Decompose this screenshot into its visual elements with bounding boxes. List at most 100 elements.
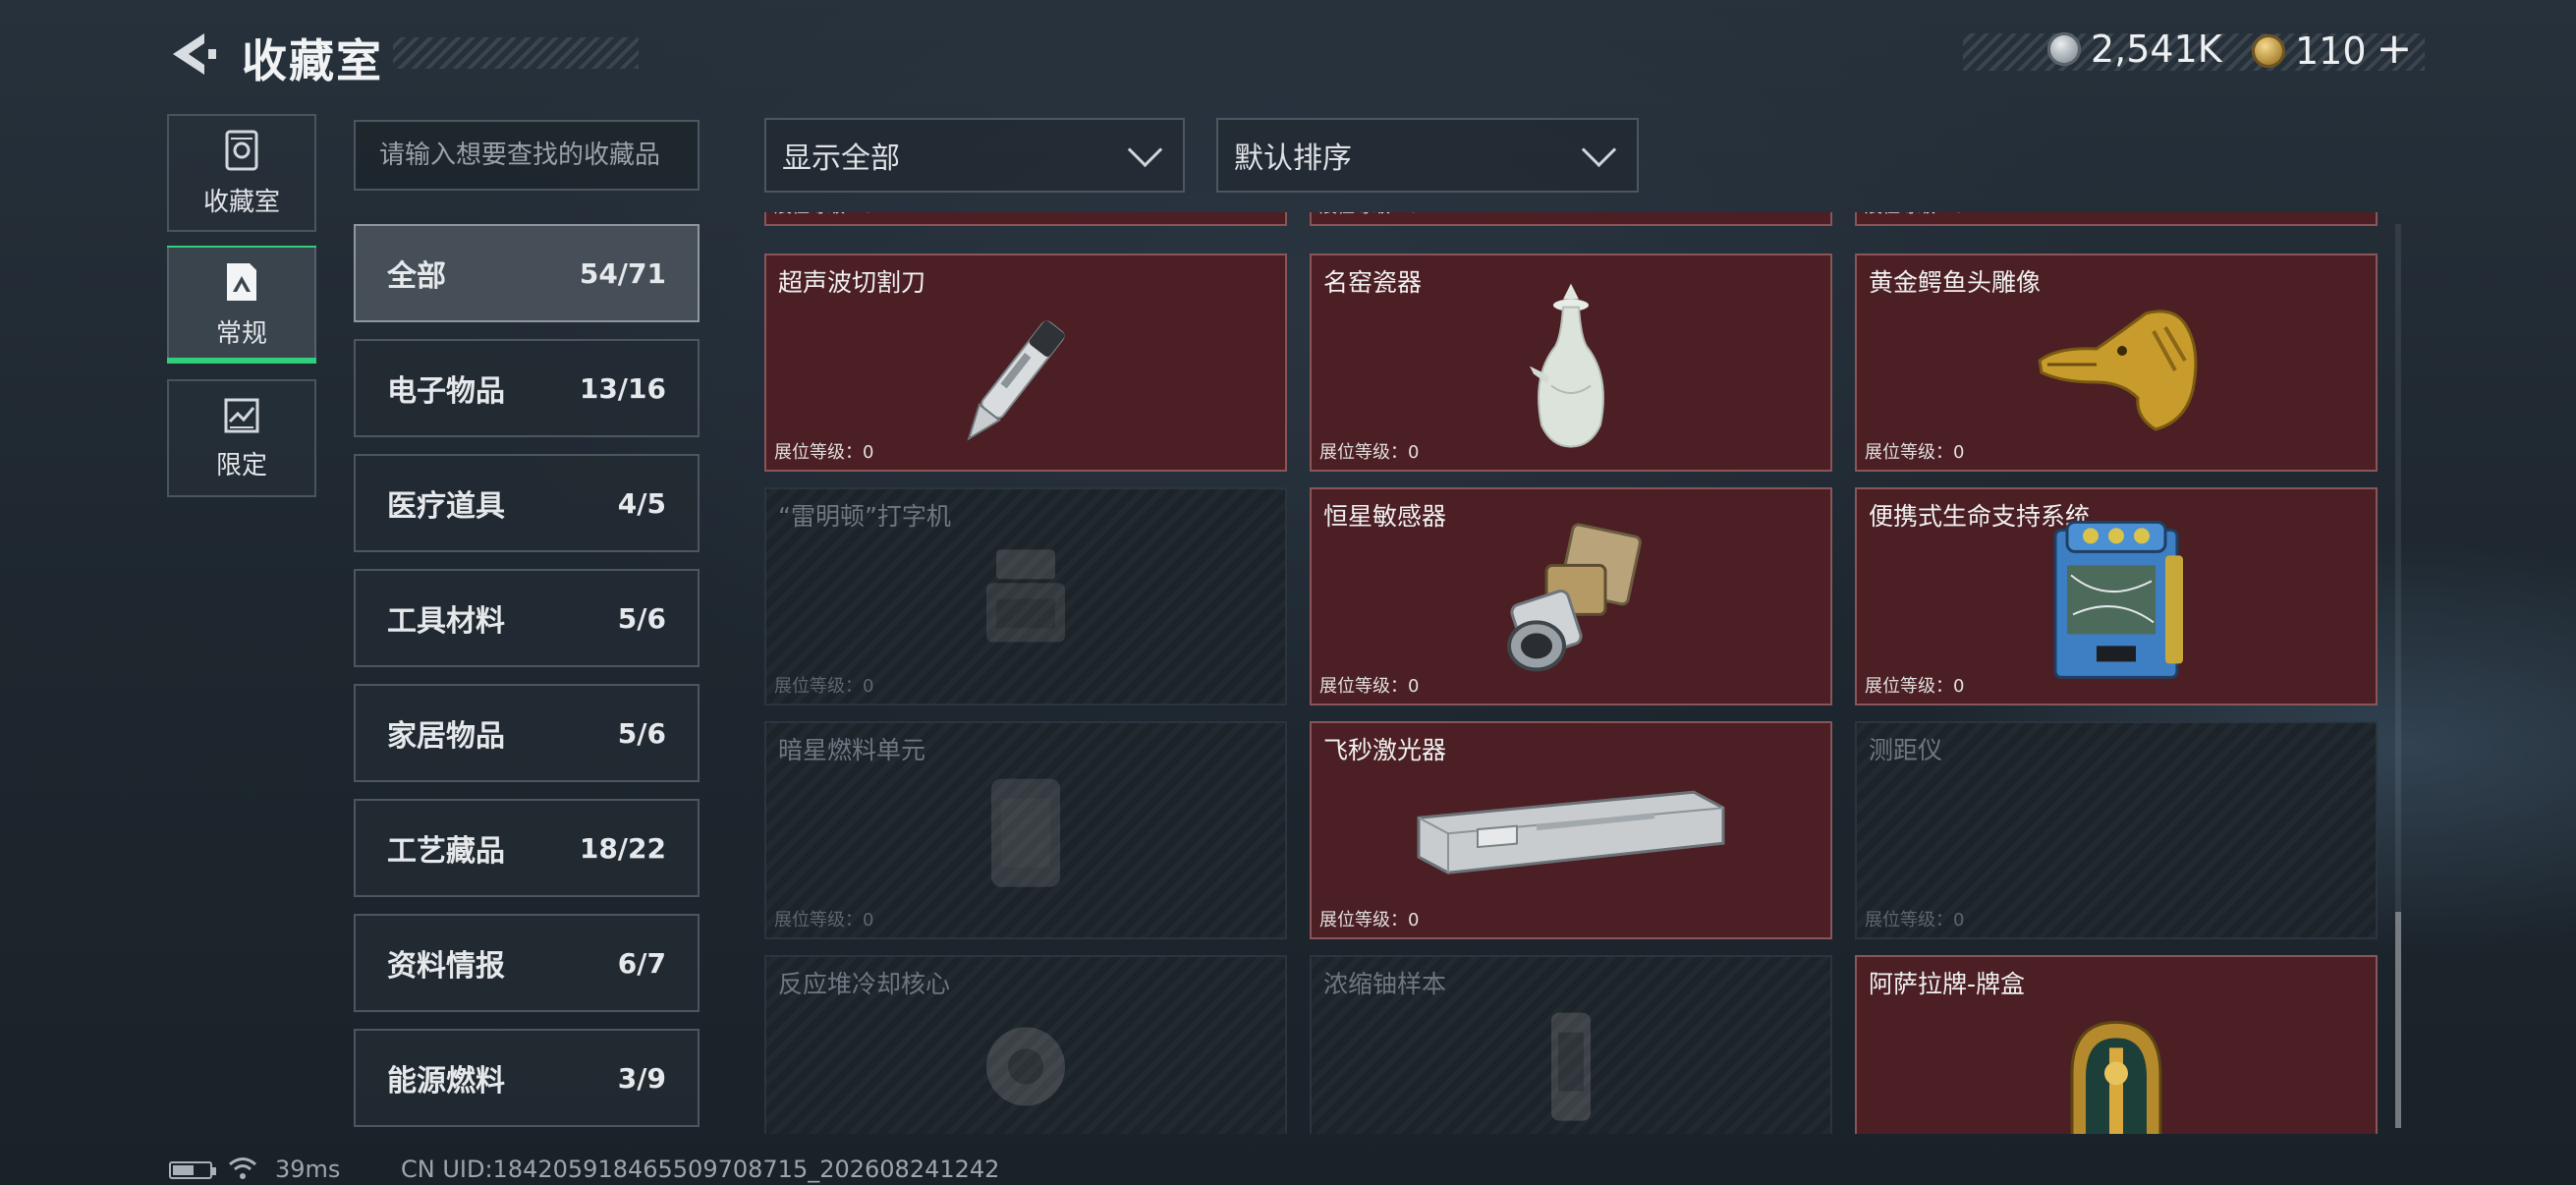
rail-tab-regular[interactable]: 常规: [167, 246, 316, 364]
page-title: 收藏室: [242, 34, 383, 87]
category-count: 6/7: [617, 946, 666, 980]
category-name: 资料情报: [387, 949, 505, 984]
category-electronics[interactable]: 电子物品 13/16: [354, 339, 700, 437]
rail-tab-label: 常规: [215, 318, 267, 349]
gallery-icon: [227, 262, 256, 301]
collection-item-card[interactable]: 浓缩铀样本 展位等级：0: [1310, 955, 1832, 1134]
category-name: 工具材料: [387, 604, 505, 639]
category-count: 4/5: [617, 486, 666, 520]
user-uid: CN UID:184205918465509708715_20260824124…: [401, 1156, 1000, 1183]
add-tokens-button[interactable]: +: [2377, 24, 2413, 74]
category-count: 54/71: [579, 256, 666, 290]
collection-item-card[interactable]: 阿萨拉牌-牌盒 展位等级：0: [1855, 955, 2378, 1134]
item-name: 飞秒激光器: [1323, 736, 1447, 764]
token-balance-value: 110: [2295, 28, 2367, 73]
title-decoration: [393, 37, 639, 69]
star-sensor-icon: [1507, 523, 1642, 672]
booth-level: 展位等级：0: [774, 212, 873, 218]
uranium-sample-icon: [1551, 1012, 1591, 1121]
category-count: 3/9: [617, 1061, 666, 1095]
battery-level-fill: [173, 1165, 194, 1175]
category-all[interactable]: 全部 54/71: [354, 224, 700, 322]
gold-triangle-coin-icon: [2252, 33, 2285, 68]
collection-item-card[interactable]: 反应堆冷却核心 展位等级：0: [764, 955, 1287, 1134]
grid-scrollbar-thumb[interactable]: [2395, 912, 2401, 1128]
sort-value: 默认排序: [1234, 141, 1352, 176]
collection-grid: 展位等级：0 展位等级：0 展位等级：0 超声波切割刀 展位等级：0 名窑瓷器 …: [764, 212, 2383, 1134]
collection-item-card[interactable]: 飞秒激光器 展位等级：0: [1310, 721, 1832, 939]
item-name: 暗星燃料单元: [778, 736, 926, 764]
item-name: 超声波切割刀: [778, 268, 926, 297]
collection-item-card[interactable]: 展位等级：0: [1310, 212, 1832, 226]
booth-level: 展位等级：0: [1865, 676, 1965, 697]
category-name: 工艺藏品: [387, 834, 505, 869]
collection-item-card[interactable]: “雷明顿”打字机 展位等级：0: [764, 487, 1287, 705]
category-name: 电子物品: [387, 374, 505, 409]
booth-level: 展位等级：0: [1319, 676, 1420, 697]
booth-level: 展位等级：0: [1865, 442, 1965, 463]
back-arrow-icon[interactable]: [165, 29, 218, 79]
category-household[interactable]: 家居物品 5/6: [354, 684, 700, 782]
ping-value: 39ms: [275, 1156, 341, 1183]
booth-level: 展位等级：0: [1319, 910, 1420, 931]
item-name: 测距仪: [1869, 736, 1943, 764]
category-count: 18/22: [579, 831, 666, 865]
display-filter-value: 显示全部: [782, 141, 900, 176]
token-balance[interactable]: 110 +: [2252, 24, 2412, 74]
category-name: 医疗道具: [387, 489, 505, 524]
sort-dropdown[interactable]: 默认排序: [1216, 118, 1639, 193]
rail-tab-limited[interactable]: 限定: [167, 379, 316, 497]
category-count: 5/6: [617, 716, 666, 750]
collection-item-card[interactable]: 展位等级：0: [1855, 212, 2378, 226]
category-intel[interactable]: 资料情报 6/7: [354, 914, 700, 1012]
collection-item-card[interactable]: 测距仪 展位等级：0: [1855, 721, 2378, 939]
category-name: 全部: [387, 259, 446, 294]
femtosecond-laser-icon: [1417, 790, 1725, 875]
chevron-down-icon: [1127, 132, 1163, 167]
wifi-icon: [229, 1157, 256, 1179]
booth-level: 展位等级：0: [774, 442, 874, 463]
booth-level: 展位等级：0: [1865, 910, 1965, 931]
category-energy[interactable]: 能源燃料 3/9: [354, 1029, 700, 1127]
category-name: 家居物品: [387, 719, 505, 754]
display-filter-dropdown[interactable]: 显示全部: [764, 118, 1185, 193]
golden-crocodile-statue-icon: [2038, 310, 2198, 431]
category-crafts[interactable]: 工艺藏品 18/22: [354, 799, 700, 897]
category-name: 能源燃料: [387, 1064, 505, 1099]
item-name: “雷明顿”打字机: [778, 502, 951, 531]
reactor-core-icon: [986, 1027, 1065, 1106]
rail-tab-vault[interactable]: 收藏室: [167, 114, 316, 232]
item-name: 恒星敏感器: [1323, 502, 1447, 531]
item-name: 阿萨拉牌-牌盒: [1869, 970, 2026, 998]
silver-coin-icon: [2047, 32, 2081, 66]
battery-icon: [169, 1161, 216, 1179]
vault-door-icon: [225, 130, 258, 170]
collection-item-card[interactable]: 超声波切割刀 展位等级：0: [764, 254, 1287, 472]
category-tools[interactable]: 工具材料 5/6: [354, 569, 700, 667]
item-name: 浓缩铀样本: [1323, 970, 1447, 998]
porcelain-vase-icon: [1530, 283, 1604, 448]
category-count: 5/6: [617, 601, 666, 635]
life-support-system-icon: [2053, 520, 2183, 679]
booth-level: 展位等级：0: [1319, 212, 1419, 218]
booth-level: 展位等级：0: [1865, 212, 1964, 218]
booth-level: 展位等级：0: [774, 676, 874, 697]
fuel-cell-icon: [991, 778, 1060, 887]
item-name: 名窑瓷器: [1323, 268, 1423, 297]
coin-balance: 2,541K: [2047, 28, 2222, 71]
rail-tab-label: 限定: [215, 450, 267, 480]
chevron-down-icon: [1581, 132, 1617, 167]
typewriter-icon: [986, 549, 1065, 643]
collection-item-card[interactable]: 名窑瓷器 展位等级：0: [1310, 254, 1832, 472]
coin-balance-value: 2,541K: [2091, 28, 2222, 71]
collection-item-card[interactable]: 恒星敏感器 展位等级：0: [1310, 487, 1832, 705]
booth-level: 展位等级：0: [774, 910, 874, 931]
card-box-icon: [2070, 1020, 2162, 1134]
collection-item-card[interactable]: 展位等级：0: [764, 212, 1287, 226]
collection-item-card[interactable]: 暗星燃料单元 展位等级：0: [764, 721, 1287, 939]
collection-search-input[interactable]: [354, 120, 700, 191]
category-medical[interactable]: 医疗道具 4/5: [354, 454, 700, 552]
category-count: 13/16: [579, 371, 666, 405]
collection-item-card[interactable]: 便携式生命支持系统 展位等级：0: [1855, 487, 2378, 705]
collection-item-card[interactable]: 黄金鳄鱼头雕像 展位等级：0: [1855, 254, 2378, 472]
